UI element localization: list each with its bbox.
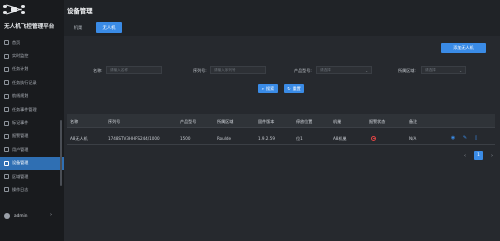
view-icon[interactable]: ◉ <box>450 135 456 141</box>
cell-model: 1500 <box>180 135 191 141</box>
serial-filter-label: 序列号: <box>193 68 207 73</box>
device-icon <box>4 160 9 166</box>
search-icon: ⌕ <box>261 86 265 91</box>
sidebar-item-label: 用户管理 <box>12 146 29 152</box>
user-menu[interactable]: admin › <box>4 211 52 221</box>
page-title: 设备管理 <box>67 7 93 15</box>
chevron-right-icon: › <box>491 152 493 159</box>
reset-button-label: 重置 <box>292 85 301 91</box>
chevron-left-icon: ‹ <box>464 152 466 159</box>
sidebar-item-label: 任务计划 <box>12 66 29 72</box>
next-page-button[interactable]: › <box>488 151 496 160</box>
search-button-label: 搜索 <box>266 85 275 91</box>
sidebar-item-logs[interactable]: 操作日志 <box>0 183 64 196</box>
user-icon <box>4 147 9 153</box>
column-header: 报警状态 <box>369 118 386 124</box>
model-filter-label: 产品型号: <box>294 68 312 73</box>
cell-serial: 1748STV3HHFS244/1000 <box>108 135 160 141</box>
sidebar-item-areas[interactable]: 区域管理 <box>0 170 64 183</box>
column-header: 序列号 <box>108 118 121 124</box>
column-header: 备注 <box>409 118 418 124</box>
model-filter-placeholder: 请选择 <box>320 67 331 72</box>
region-filter-select[interactable]: 请选择 ⌄ <box>421 66 466 74</box>
column-header: 产品型号 <box>180 118 197 124</box>
tab-dock[interactable]: 机巢 <box>67 22 89 33</box>
prev-page-button[interactable]: ‹ <box>461 151 469 160</box>
region-filter-placeholder: 请选择 <box>425 67 436 72</box>
edit-icon[interactable]: ✎ <box>462 135 468 141</box>
column-header: 所属区域 <box>217 118 234 124</box>
sidebar-item-home[interactable]: 首页 <box>0 36 64 49</box>
list-icon <box>4 80 9 86</box>
sidebar-item-mark-events[interactable]: 标记事件 <box>0 116 64 129</box>
cell-position: 位1 <box>296 135 303 141</box>
chevron-right-icon: › <box>50 212 52 218</box>
name-filter-input[interactable] <box>106 66 162 74</box>
delete-icon[interactable]: ▯ <box>473 135 479 141</box>
calendar-icon <box>4 66 9 72</box>
cell-remark: N/A <box>409 135 417 141</box>
name-filter-label: 名称: <box>93 68 103 73</box>
sidebar-menu: 首页 实时监控 任务计划 任务执行记录 航线规划 任务事件管理 标记事件 报警管… <box>0 36 64 197</box>
home-icon <box>4 40 9 46</box>
sidebar-item-route-planning[interactable]: 航线规划 <box>0 90 64 103</box>
sidebar-item-label: 报警管理 <box>12 133 29 139</box>
add-drone-button[interactable]: 添加无人机 <box>441 43 486 53</box>
sidebar-scrollbar[interactable] <box>60 120 62 186</box>
alarm-icon <box>4 133 9 139</box>
sidebar-item-task-records[interactable]: 任务执行记录 <box>0 76 64 89</box>
sidebar-item-task-plan[interactable]: 任务计划 <box>0 63 64 76</box>
cell-firmware: 1.9.2.59 <box>258 135 275 141</box>
username: admin <box>14 213 28 219</box>
log-icon <box>4 187 9 193</box>
sidebar-item-label: 首页 <box>12 39 21 45</box>
sidebar-item-label: 标记事件 <box>12 120 29 126</box>
flag-icon <box>4 120 9 126</box>
column-header: 停放位置 <box>296 118 313 124</box>
sidebar-item-label: 操作日志 <box>12 186 29 192</box>
column-header: 名称 <box>70 118 79 124</box>
page-number-current[interactable]: 1 <box>474 151 483 160</box>
sidebar-item-monitor[interactable]: 实时监控 <box>0 49 64 62</box>
table-header: 名称 序列号 产品型号 所属区域 固件版本 停放位置 机巢 报警状态 备注 <box>67 114 495 128</box>
refresh-icon: ↻ <box>287 86 291 91</box>
cell-dock: A8机巢 <box>333 135 347 141</box>
app-title: 无人机飞控管理平台 <box>4 24 55 30</box>
sidebar-item-devices[interactable]: 设备管理 <box>0 156 64 170</box>
drone-logo-icon <box>3 4 25 15</box>
sidebar-item-label: 区域管理 <box>12 173 29 179</box>
reset-button[interactable]: ↻ 重置 <box>284 84 304 93</box>
alarm-status-icon <box>371 135 376 141</box>
cell-name: A8无人机 <box>70 135 88 141</box>
device-tabs: 机巢 无人机 <box>67 22 122 33</box>
sidebar-item-users[interactable]: 用户管理 <box>0 143 64 156</box>
event-icon <box>4 107 9 113</box>
chevron-down-icon: ⌄ <box>459 68 462 73</box>
sidebar-item-label: 任务执行记录 <box>12 79 37 85</box>
cell-region: Roulde <box>217 135 232 141</box>
column-header: 机巢 <box>333 118 342 124</box>
avatar <box>4 213 10 219</box>
search-button[interactable]: ⌕ 搜索 <box>258 84 278 93</box>
table-row[interactable]: A8无人机 1748STV3HHFS244/1000 1500 Roulde 1… <box>67 131 495 145</box>
serial-filter-input[interactable] <box>210 66 266 74</box>
sidebar-item-label: 航线规划 <box>12 93 29 99</box>
route-icon <box>4 93 9 99</box>
area-icon <box>4 174 9 180</box>
sidebar-item-task-events[interactable]: 任务事件管理 <box>0 103 64 116</box>
sidebar-item-label: 设备管理 <box>12 160 29 166</box>
model-filter-select[interactable]: 请选择 ⌄ <box>316 66 372 74</box>
tab-drone[interactable]: 无人机 <box>96 22 122 33</box>
sidebar-item-alarms[interactable]: 报警管理 <box>0 130 64 143</box>
sidebar-item-label: 实时监控 <box>12 53 29 59</box>
chevron-down-icon: ⌄ <box>365 68 368 73</box>
region-filter-label: 所属区域: <box>398 68 416 73</box>
sidebar: 无人机飞控管理平台 首页 实时监控 任务计划 任务执行记录 航线规划 任务事件管… <box>0 0 64 241</box>
monitor-icon <box>4 53 9 59</box>
column-header: 固件版本 <box>258 118 275 124</box>
sidebar-item-label: 任务事件管理 <box>12 106 37 112</box>
